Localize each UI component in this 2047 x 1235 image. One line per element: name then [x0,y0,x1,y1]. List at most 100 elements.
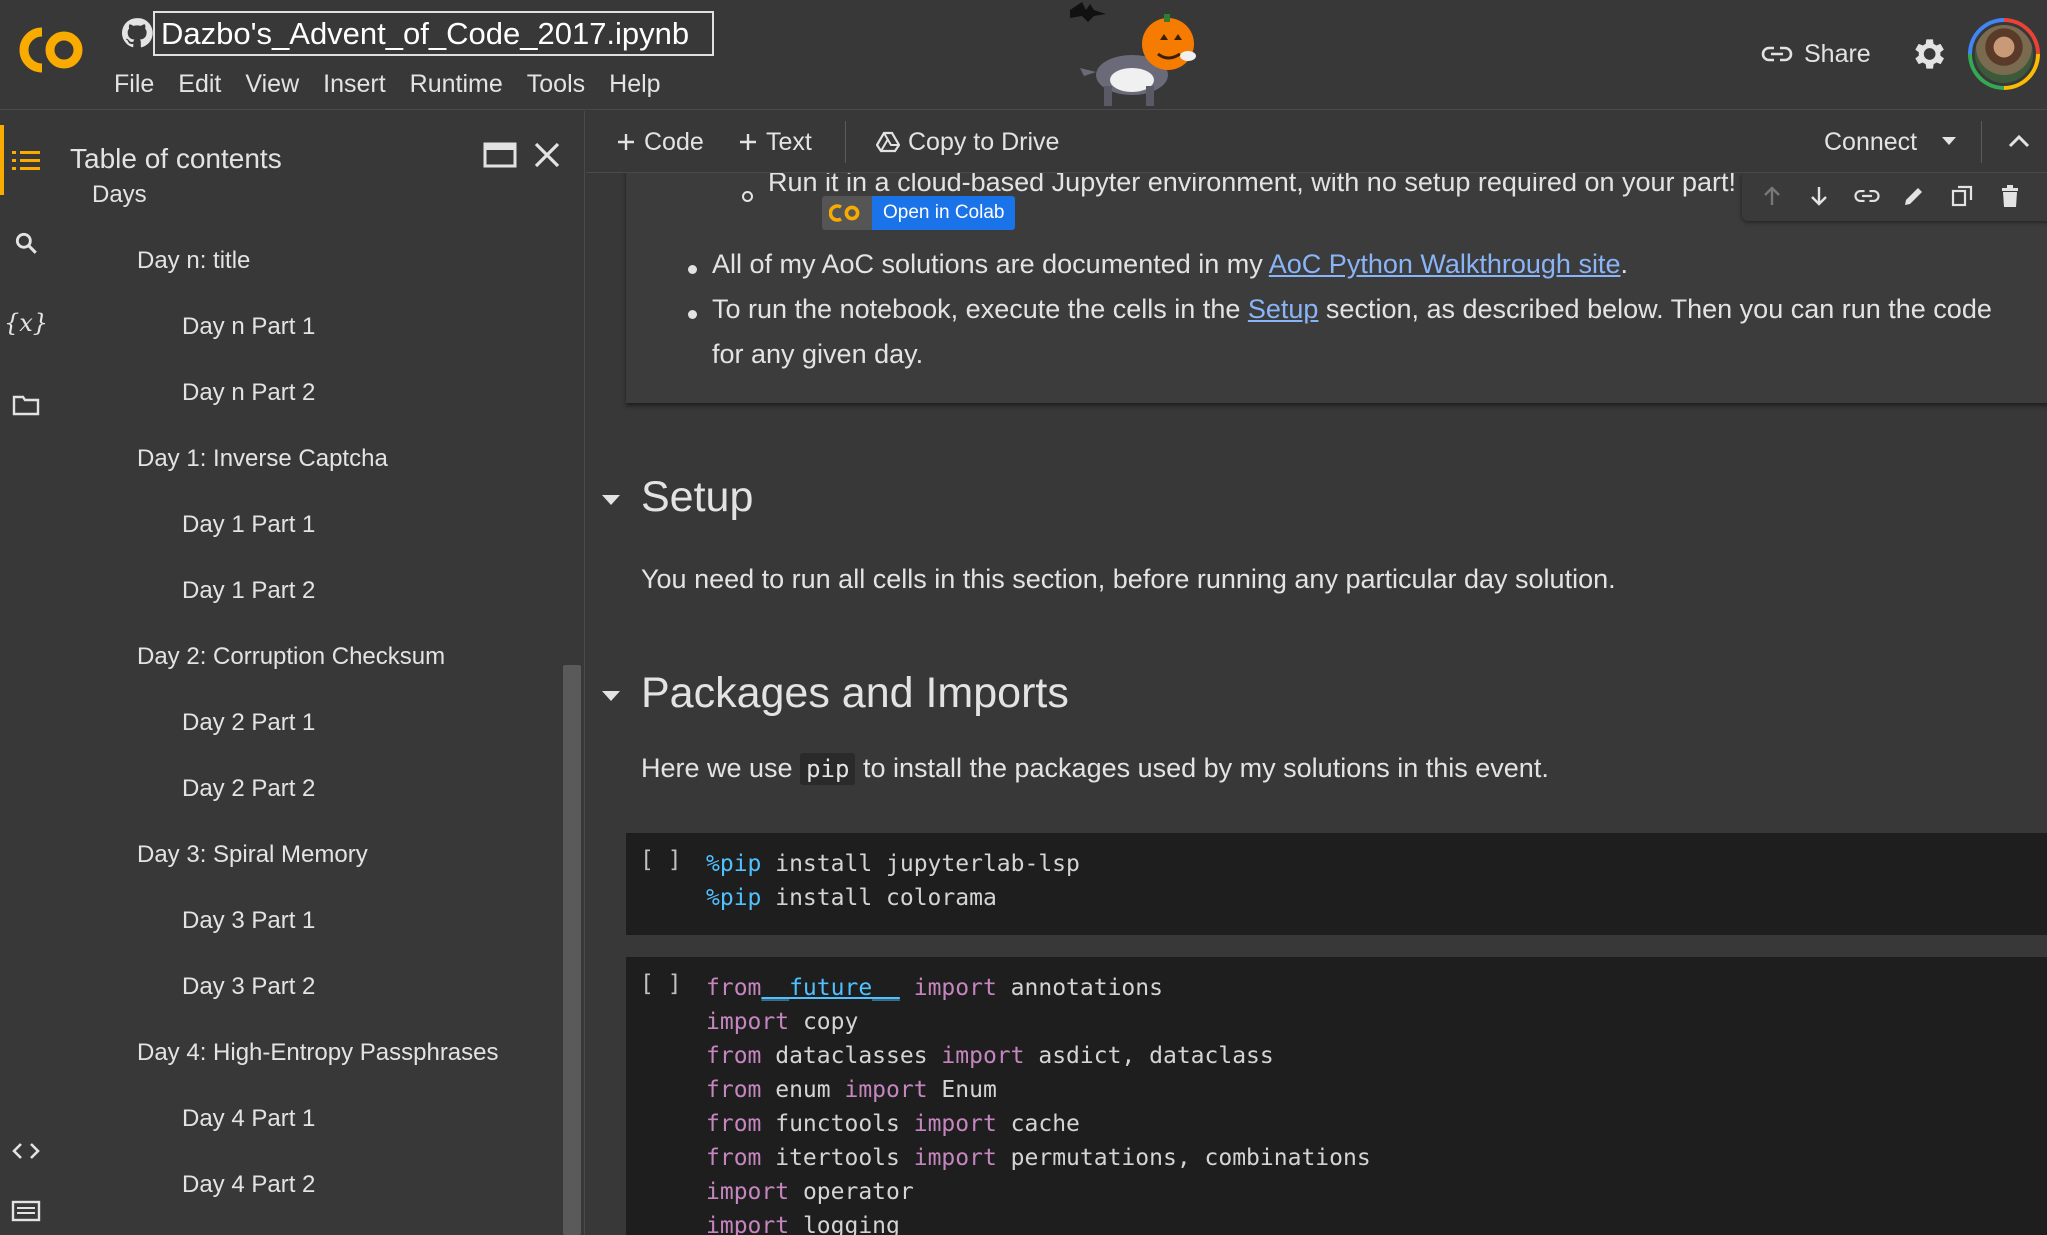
toc-item[interactable]: Day 4 Part 1 [182,1105,315,1133]
menu-file[interactable]: File [114,66,166,102]
code-line: import copy [706,1005,1371,1039]
settings-gear-icon[interactable] [1908,34,1948,74]
run-notebook-text: To run the notebook, execute the cells i… [712,294,1248,324]
variables-rail-button[interactable]: {x} [4,303,48,343]
menu-runtime[interactable]: Runtime [398,66,515,102]
plus-icon [740,134,756,150]
code-keyword: import [830,1077,928,1103]
toolbar-divider-right [1981,121,1982,163]
menu-tools[interactable]: Tools [515,66,597,102]
code-keyword: import [899,975,997,1001]
toc-item[interactable]: Day 3 Part 2 [182,973,315,1001]
menu-help[interactable]: Help [597,66,672,102]
move-down-button[interactable] [1802,179,1836,213]
code-text: permutations, combinations [996,1145,1371,1171]
close-icon[interactable] [527,135,567,175]
code-keyword: import [927,1043,1025,1069]
code-snippets-rail-button[interactable] [6,1131,46,1171]
user-avatar[interactable] [1968,18,2040,90]
code-line: from functools import cache [706,1107,1371,1141]
menu-insert[interactable]: Insert [311,66,398,102]
add-text-button[interactable]: Text [738,125,812,159]
open-in-tab-icon[interactable] [480,135,520,175]
toc-item[interactable]: Day n: title [137,247,250,275]
walkthrough-text-end: . [1620,249,1628,279]
walkthrough-link[interactable]: AoC Python Walkthrough site [1269,249,1621,279]
toc-item[interactable]: Day 3: Spiral Memory [137,841,368,869]
code-editor[interactable]: from__future__ import annotations import … [706,971,1371,1235]
code-cell-pip[interactable]: [ ] %pip install jupyterlab-lsp %pip inst… [626,833,2047,935]
run-cell-button[interactable]: [ ] [640,847,682,873]
run-cell-button[interactable]: [ ] [640,971,682,997]
toc-item[interactable]: Day 2: Corruption Checksum [137,643,445,671]
toc-item[interactable]: Day 4 Part 2 [182,1171,315,1199]
code-line: from__future__ import annotations [706,971,1371,1005]
collapse-section-caret-icon[interactable] [600,689,622,703]
copy-to-drive-button[interactable]: Copy to Drive [876,125,1059,159]
code-cell-imports[interactable]: [ ] from__future__ import annotations imp… [626,957,2047,1235]
toc-item[interactable]: Days [92,181,147,209]
code-text: copy [789,1009,859,1035]
link-icon [1854,189,1880,203]
toc-item[interactable]: Day 4: High-Entropy Passphrases [137,1039,499,1067]
toc-item[interactable]: Day 1 Part 2 [182,577,315,605]
delete-cell-button[interactable] [1993,179,2027,213]
toc-item[interactable]: Day n Part 2 [182,379,315,407]
code-magic: %pip [706,885,762,911]
rail-active-indicator [0,125,4,195]
files-rail-button[interactable] [6,385,46,425]
code-text: asdict, dataclass [1024,1043,1274,1069]
code-text: install jupyterlab-lsp [761,851,1080,877]
code-keyword: import [899,1145,997,1171]
toc-item[interactable]: Day 2 Part 1 [182,709,315,737]
edit-cell-button[interactable] [1897,179,1931,213]
menu-view[interactable]: View [233,66,311,102]
trash-icon [2001,185,2018,207]
code-line: from enum import Enum [706,1073,1371,1107]
code-keyword: import [706,1179,790,1205]
text-cell[interactable]: Run it in a cloud-based Jupyter environm… [626,173,2047,403]
packages-text-start: Here we use [641,753,801,783]
code-keyword: import [706,1009,790,1035]
code-text: operator [789,1179,914,1205]
toc-item[interactable]: Day 3 Part 1 [182,907,315,935]
arrow-up-icon [1763,186,1780,205]
code-line: import operator [706,1175,1371,1209]
code-keyword: import [706,1213,790,1235]
github-icon [121,18,153,48]
mirror-cell-button[interactable] [1945,179,1979,213]
collapse-section-caret-icon[interactable] [600,493,622,507]
setup-link[interactable]: Setup [1248,294,1319,324]
code-text: annotations [996,975,1163,1001]
connect-button[interactable]: Connect [1824,125,1917,159]
code-brackets-icon [12,1143,40,1159]
toc-rail-button[interactable] [6,141,46,181]
code-line: import logging [706,1209,1371,1235]
halloween-mascot-icon [1070,2,1196,106]
menu-edit[interactable]: Edit [166,66,233,102]
search-rail-button[interactable] [6,223,46,263]
command-palette-rail-button[interactable] [6,1191,46,1231]
connect-dropdown-icon[interactable] [1940,135,1958,147]
add-text-label: Text [766,127,812,156]
open-in-colab-badge[interactable]: Open in Colab [822,196,1016,230]
colab-logo-icon[interactable] [12,22,92,78]
notebook-title-input[interactable]: Dazbo's_Advent_of_Code_2017.ipynb [153,11,714,56]
toc-item[interactable]: Day 2 Part 2 [182,775,315,803]
share-button[interactable]: Share [1760,34,1871,74]
move-up-button[interactable] [1755,179,1789,213]
terminal-icon [11,1200,41,1222]
toc-scrollbar[interactable] [563,665,581,1235]
arrow-down-icon [1811,187,1828,206]
open-in-colab-label: Open in Colab [872,196,1016,230]
toc-item[interactable]: Day n Part 1 [182,313,315,341]
toc-item[interactable]: Day 1 Part 1 [182,511,315,539]
more-options-button[interactable] [2040,179,2047,213]
walkthrough-text: All of my AoC solutions are documented i… [712,249,1269,279]
collapse-header-chevron-up-icon[interactable] [2006,129,2032,155]
toc-item[interactable]: Day 1: Inverse Captcha [137,445,388,473]
code-text: logging [789,1213,900,1235]
code-editor[interactable]: %pip install jupyterlab-lsp %pip install … [706,847,1080,915]
add-code-button[interactable]: Code [616,125,704,159]
copy-link-button[interactable] [1850,179,1884,213]
